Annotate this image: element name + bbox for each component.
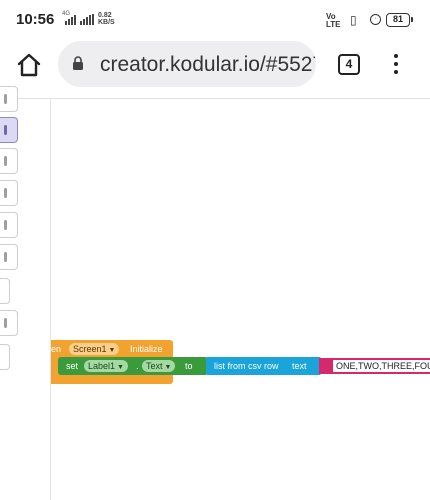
- vibrate-icon: ▯: [350, 13, 357, 27]
- text-string-field[interactable]: ONE,TWO,THREE,FOU: [333, 360, 430, 372]
- lock-icon: [73, 56, 83, 70]
- set-keyword: set: [66, 361, 79, 371]
- drawer-category-item[interactable]: [0, 180, 18, 206]
- event-name: Initialize: [130, 344, 163, 354]
- drawer-category-item-selected[interactable]: [0, 117, 18, 143]
- drawer-category-item[interactable]: [0, 148, 18, 174]
- status-time: 10:56: [16, 11, 55, 28]
- alarm-icon: ·: [370, 14, 381, 25]
- component-dropdown-screen1[interactable]: Screen1 ▼: [69, 343, 120, 355]
- volte-indicator: Vo LTE: [326, 12, 341, 29]
- signal-strength-icon: 4G: [62, 11, 76, 25]
- home-icon[interactable]: [16, 52, 42, 78]
- drawer-category-item[interactable]: [0, 212, 18, 238]
- battery-icon: 81: [386, 13, 413, 27]
- list-from-csv-row-label: list from csv row: [214, 361, 279, 371]
- drawer-category-item[interactable]: [0, 86, 18, 112]
- drawer-edge: [50, 99, 51, 500]
- property-separator: .: [136, 361, 139, 371]
- drawer-category-item[interactable]: [0, 278, 10, 304]
- drawer-category-item[interactable]: [0, 310, 18, 336]
- url-text[interactable]: creator.kodular.io/#5527: [100, 53, 316, 77]
- property-dropdown-text[interactable]: Text ▼: [142, 360, 176, 372]
- event-block-keyword: en: [51, 344, 62, 354]
- drawer-category-item[interactable]: [0, 244, 18, 270]
- status-bar: 10:56 4G 0.82 KB/S Vo LTE ▯ · 81: [0, 0, 430, 40]
- address-bar[interactable]: creator.kodular.io/#5527: [58, 41, 316, 87]
- component-dropdown-label1[interactable]: Label1 ▼: [84, 360, 128, 372]
- network-speed: 0.82 KB/S: [98, 12, 115, 26]
- to-keyword: to: [185, 361, 193, 371]
- drawer-category-item[interactable]: [0, 344, 10, 370]
- signal-strength-icon: [80, 14, 94, 25]
- text-param-label: text: [292, 361, 307, 371]
- more-options-icon[interactable]: [393, 54, 399, 76]
- blocks-workspace[interactable]: [0, 99, 430, 500]
- tab-switcher-button[interactable]: 4: [338, 54, 360, 75]
